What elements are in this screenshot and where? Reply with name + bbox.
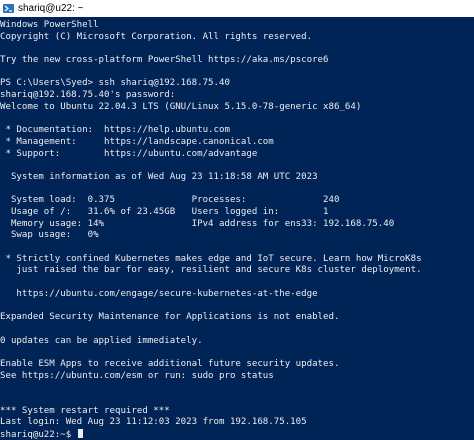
- terminal-line: Enable ESM Apps to receive additional fu…: [0, 358, 340, 369]
- terminal-line: just raised the bar for easy, resilient …: [0, 265, 422, 276]
- terminal-line: shariq@u22:~$: [0, 429, 474, 440]
- terminal-line: Expanded Security Maintenance for Applic…: [0, 312, 340, 323]
- terminal-output[interactable]: Windows PowerShell Copyright (C) Microsof…: [0, 17, 474, 440]
- terminal-line: See https://ubuntu.com/esm or run: sudo …: [0, 370, 274, 381]
- text-cursor: [77, 429, 83, 439]
- terminal-line: shariq@192.168.75.40's password:: [0, 90, 176, 101]
- terminal-line: System load: 0.375 Processes: 240: [0, 195, 340, 206]
- terminal-line: Memory usage: 14% IPv4 address for ens33…: [0, 218, 395, 229]
- terminal-line: Swap usage: 0%: [0, 230, 99, 241]
- terminal-line: https://ubuntu.com/engage/secure-kuberne…: [0, 288, 318, 299]
- window-title: shariq@u22: ~: [18, 3, 84, 14]
- terminal-line: Usage of /: 31.6% of 23.45GB Users logge…: [0, 207, 329, 217]
- terminal-line: * Support: https://ubuntu.com/advantage: [0, 148, 258, 159]
- terminal-line: Windows PowerShell: [0, 20, 99, 30]
- terminal-line: Welcome to Ubuntu 22.04.3 LTS (GNU/Linux…: [0, 101, 362, 112]
- terminal-line: *** System restart required ***: [0, 405, 170, 416]
- terminal-line: System information as of Wed Aug 23 11:1…: [0, 171, 318, 182]
- terminal-line: * Documentation: https://help.ubuntu.com: [0, 125, 230, 136]
- terminal-line: 0 updates can be applied immediately.: [0, 335, 203, 346]
- terminal-line: Copyright (C) Microsoft Corporation. All…: [0, 31, 313, 42]
- terminal-line: PS C:\Users\Syed> ssh shariq@192.168.75.…: [0, 78, 230, 89]
- terminal-line: Last login: Wed Aug 23 11:12:03 2023 fro…: [0, 417, 307, 428]
- terminal-line: * Management: https://landscape.canonica…: [0, 136, 274, 147]
- terminal-line: Try the new cross-platform PowerShell ht…: [0, 55, 329, 66]
- powershell-icon: [3, 4, 14, 13]
- terminal-window: shariq@u22: ~ Windows PowerShell Copyrigh…: [0, 0, 474, 440]
- title-bar[interactable]: shariq@u22: ~: [0, 0, 474, 17]
- terminal-line: * Strictly confined Kubernetes makes edg…: [0, 253, 422, 264]
